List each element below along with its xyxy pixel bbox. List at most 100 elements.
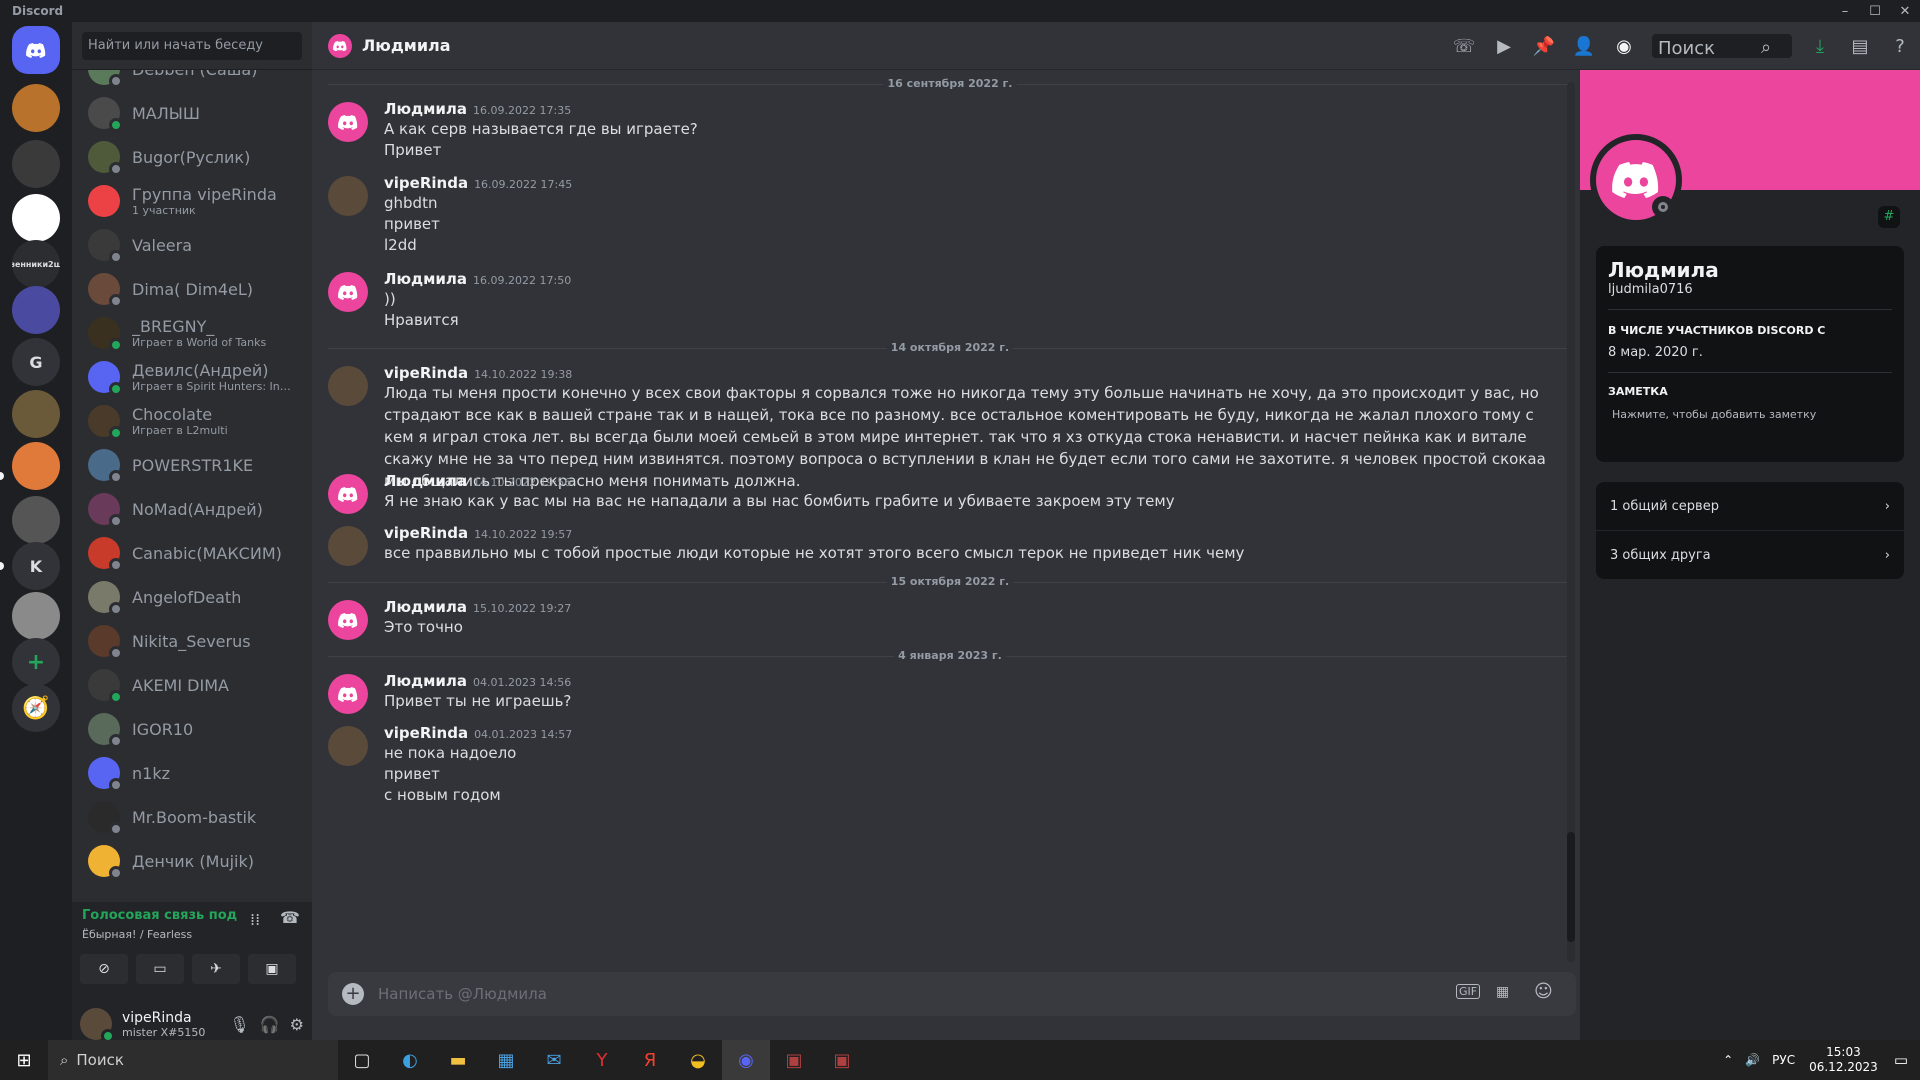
emoji-icon[interactable]: ☺ — [1534, 981, 1553, 1002]
avatar[interactable] — [80, 1008, 115, 1043]
message-author[interactable]: Людмила 16.09.2022 17:35 — [384, 100, 571, 118]
scrollbar-thumb[interactable] — [1567, 832, 1575, 942]
pin-icon[interactable]: 📌 — [1524, 36, 1564, 57]
dm-item[interactable]: AKEMI DIMA — [80, 664, 304, 706]
task-view-icon[interactable]: ▢ — [338, 1040, 386, 1080]
gear-icon[interactable]: ⚙ — [290, 1015, 304, 1034]
message-author[interactable]: Людмила 14.10.2022 19:56 — [384, 472, 571, 490]
voice-call-icon[interactable]: ☏ — [1444, 36, 1484, 57]
minimize-button[interactable]: – — [1830, 4, 1860, 19]
dm-item[interactable]: NoMad(Андрей) — [80, 488, 304, 530]
message-author[interactable]: vipeRinda 04.01.2023 14:57 — [384, 724, 572, 742]
attach-button[interactable]: + — [342, 983, 364, 1005]
beeline-icon[interactable]: ◒ — [674, 1040, 722, 1080]
dm-item[interactable]: Девилс(Андрей) Играет в Spirit Hunters: I… — [80, 356, 304, 398]
taskbar-search[interactable]: ⌕ Поиск — [48, 1040, 338, 1080]
scrollbar[interactable] — [1567, 82, 1575, 962]
message-author[interactable]: Людмила 16.09.2022 17:50 — [384, 270, 571, 288]
soundboard-button[interactable]: ▣ — [248, 954, 296, 984]
dm-item[interactable]: Bugor(Руслик) — [80, 136, 304, 178]
add-server-button[interactable]: + — [12, 638, 60, 686]
dm-item[interactable]: МАЛЫШ — [80, 92, 304, 134]
clock[interactable]: 15:03 06.12.2023 — [1809, 1045, 1878, 1075]
store-icon[interactable]: ▦ — [482, 1040, 530, 1080]
dm-item[interactable]: Canabic(МАКСИМ) — [80, 532, 304, 574]
message-author[interactable]: vipeRinda 14.10.2022 19:38 — [384, 364, 572, 382]
message-input[interactable]: Написать @Людмила — [378, 985, 547, 1003]
author-name[interactable]: Людмила — [384, 598, 467, 616]
avatar[interactable] — [328, 474, 368, 514]
yandex-browser-icon[interactable]: Y — [578, 1040, 626, 1080]
dm-item[interactable]: Mr.Boom-bastik — [80, 796, 304, 838]
volume-icon[interactable]: 🔊 — [1745, 1053, 1760, 1067]
sticker-icon[interactable]: ▦ — [1496, 984, 1509, 1000]
message-composer[interactable]: + Написать @Людмила GIF ▦ ☺ — [328, 972, 1576, 1016]
notifications-icon[interactable]: ▭ — [1894, 1051, 1908, 1069]
dm-item[interactable]: Valeera — [80, 224, 304, 266]
message-author[interactable]: vipeRinda 16.09.2022 17:45 — [384, 174, 572, 192]
mutual-servers-button[interactable]: 1 общий сервер › — [1596, 482, 1904, 530]
explore-icon[interactable]: 🧭 — [12, 684, 60, 732]
screen-share-button[interactable]: ▭ — [136, 954, 184, 984]
avatar[interactable] — [328, 600, 368, 640]
inbox-icon[interactable]: ▤ — [1840, 36, 1880, 57]
server-icon[interactable]: K — [12, 542, 60, 590]
server-icon[interactable]: G — [12, 338, 60, 386]
voice-channel[interactable]: Ёбырная! / Fearless — [82, 928, 192, 941]
avatar[interactable] — [328, 272, 368, 312]
author-name[interactable]: Людмила — [384, 472, 467, 490]
avatar[interactable] — [328, 526, 368, 566]
microphone-icon[interactable]: 🎙 — [229, 1015, 249, 1034]
message-author[interactable]: Людмила 15.10.2022 19:27 — [384, 598, 571, 616]
author-name[interactable]: vipeRinda — [384, 724, 468, 742]
server-icon[interactable] — [12, 286, 60, 334]
close-button[interactable]: ✕ — [1890, 4, 1920, 19]
dm-item[interactable]: Chocolate Играет в L2multi — [80, 400, 304, 442]
home-button[interactable] — [12, 26, 60, 74]
dm-item[interactable]: Debben (Саша) — [80, 70, 304, 90]
avatar[interactable] — [328, 102, 368, 142]
noise-suppression-icon[interactable]: ⁞⁞ — [250, 910, 260, 929]
headphones-icon[interactable]: 🎧 — [260, 1015, 280, 1034]
disconnect-icon[interactable]: ☎ — [280, 908, 300, 927]
author-name[interactable]: vipeRinda — [384, 364, 468, 382]
dm-item[interactable]: Dima( Dim4eL) — [80, 268, 304, 310]
dm-item[interactable]: _BREGNY_ Играет в World of Tanks — [80, 312, 304, 354]
server-icon[interactable] — [12, 390, 60, 438]
maximize-button[interactable]: ☐ — [1860, 4, 1890, 19]
language-indicator[interactable]: РУС — [1772, 1053, 1795, 1067]
user-profile-icon[interactable]: ◉ — [1604, 36, 1644, 57]
dm-item[interactable]: Денчик (Mujik) — [80, 840, 304, 882]
author-name[interactable]: Людмила — [384, 100, 467, 118]
server-icon[interactable]: венники2ш — [12, 240, 60, 288]
video-call-icon[interactable]: ▶ — [1484, 36, 1524, 57]
hashtag-icon[interactable]: # — [1878, 206, 1900, 228]
gif-button[interactable]: GIF — [1456, 984, 1481, 999]
author-name[interactable]: vipeRinda — [384, 524, 468, 542]
author-name[interactable]: vipeRinda — [384, 174, 468, 192]
game-icon[interactable]: ▣ — [770, 1040, 818, 1080]
download-icon[interactable]: ⤓ — [1800, 36, 1840, 57]
server-icon[interactable] — [12, 592, 60, 640]
author-name[interactable]: Людмила — [384, 270, 467, 288]
dm-item[interactable]: n1kz — [80, 752, 304, 794]
mail-icon[interactable]: ✉ — [530, 1040, 578, 1080]
server-icon[interactable] — [12, 140, 60, 188]
camera-button[interactable]: ⊘ — [80, 954, 128, 984]
message-author[interactable]: Людмила 04.01.2023 14:56 — [384, 672, 571, 690]
edge-icon[interactable]: ◐ — [386, 1040, 434, 1080]
server-icon[interactable] — [12, 496, 60, 544]
discord-taskbar-icon[interactable]: ◉ — [722, 1040, 770, 1080]
dm-item[interactable]: AngelofDeath — [80, 576, 304, 618]
server-icon[interactable] — [12, 442, 60, 490]
server-icon[interactable] — [12, 84, 60, 132]
profile-avatar[interactable] — [1590, 134, 1682, 226]
dm-item[interactable]: IGOR10 — [80, 708, 304, 750]
server-icon[interactable] — [12, 194, 60, 242]
help-icon[interactable]: ? — [1880, 36, 1920, 57]
game-icon[interactable]: ▣ — [818, 1040, 866, 1080]
dm-item[interactable]: POWERSTR1KE — [80, 444, 304, 486]
avatar[interactable] — [328, 726, 368, 766]
avatar[interactable] — [328, 366, 368, 406]
windows-start-icon[interactable]: ⊞ — [0, 1040, 48, 1080]
